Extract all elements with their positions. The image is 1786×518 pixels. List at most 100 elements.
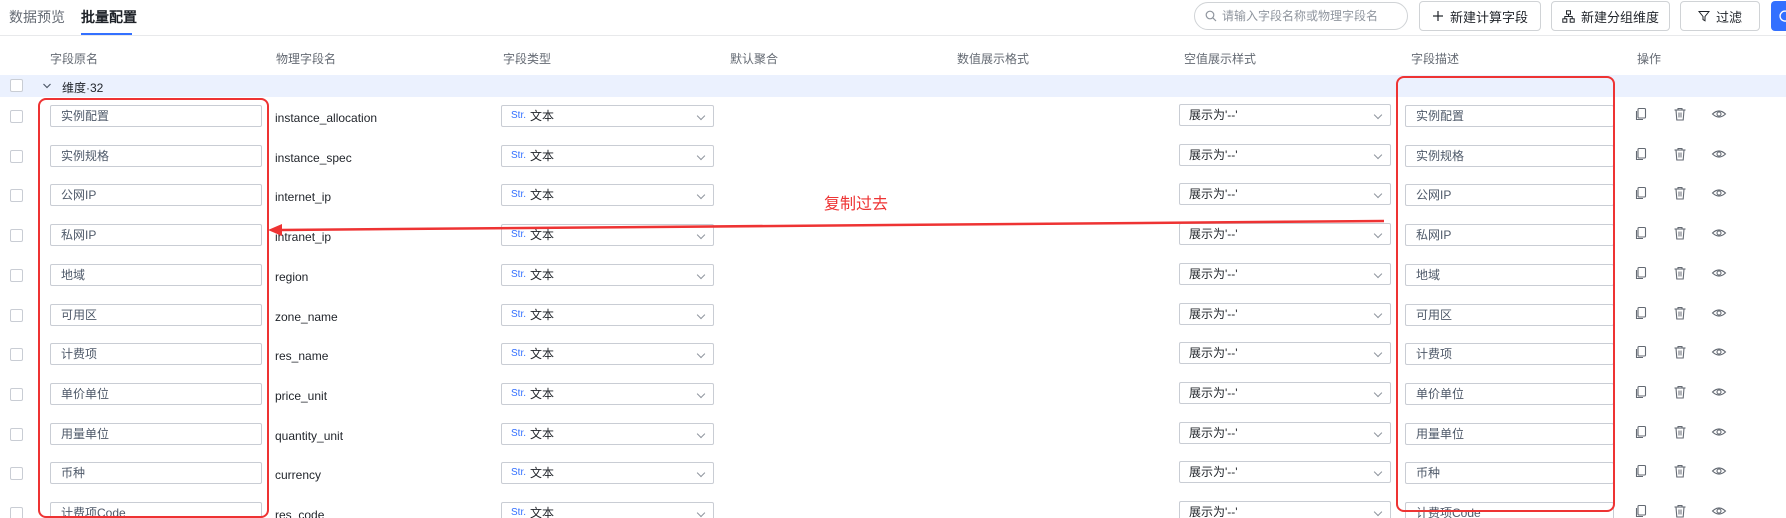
delete-icon[interactable] [1672, 185, 1688, 201]
null-style-select[interactable]: 展示为'--' [1179, 461, 1391, 484]
description-input[interactable]: 实例配置 [1405, 105, 1614, 127]
original-name-input[interactable]: 计费项 [50, 343, 262, 366]
description-input[interactable]: 实例规格 [1405, 144, 1614, 167]
field-type-select[interactable]: Str. 文本 [501, 263, 714, 286]
copy-icon[interactable] [1633, 305, 1649, 321]
description-input[interactable]: 币种 [1405, 462, 1614, 485]
row-select-checkbox[interactable] [10, 268, 23, 282]
field-type-select[interactable]: Str. 文本 [501, 462, 714, 485]
copy-icon[interactable] [1633, 384, 1649, 400]
field-type-select[interactable]: Str. 文本 [501, 224, 714, 247]
tab-data-preview[interactable]: 数据预览 [9, 7, 65, 27]
delete-icon[interactable] [1672, 305, 1688, 321]
original-name-input[interactable]: 实例配置 [50, 105, 262, 127]
null-style-select[interactable]: 展示为'--' [1179, 143, 1391, 166]
copy-icon[interactable] [1633, 106, 1649, 122]
field-type-select[interactable]: Str. 文本 [501, 184, 714, 207]
description-input[interactable]: 计费项Code [1405, 502, 1614, 518]
original-name-input[interactable]: 用量单位 [50, 422, 262, 445]
copy-icon[interactable] [1633, 424, 1649, 440]
visibility-eye-icon[interactable] [1711, 185, 1727, 201]
null-style-select[interactable]: 展示为'--' [1179, 302, 1391, 325]
original-name-input[interactable]: 公网IP [50, 184, 262, 207]
visibility-eye-icon[interactable] [1711, 344, 1727, 360]
new-calc-field-button[interactable]: 新建计算字段 [1419, 1, 1541, 31]
field-search-box[interactable] [1194, 2, 1408, 30]
field-type-select[interactable]: Str. 文本 [501, 303, 714, 326]
visibility-eye-icon[interactable] [1711, 305, 1727, 321]
row-select-checkbox[interactable] [10, 308, 23, 322]
row-select-checkbox[interactable] [10, 110, 23, 123]
null-style-select[interactable]: 展示为'--' [1179, 421, 1391, 444]
filter-button[interactable]: 过滤 [1680, 1, 1760, 31]
copy-icon[interactable] [1633, 463, 1649, 479]
row-select-checkbox[interactable] [10, 387, 23, 401]
delete-icon[interactable] [1672, 503, 1688, 518]
original-name-input[interactable]: 单价单位 [50, 382, 262, 405]
delete-icon[interactable] [1672, 225, 1688, 241]
copy-icon[interactable] [1633, 225, 1649, 241]
delete-icon[interactable] [1672, 106, 1688, 122]
null-style-select[interactable]: 展示为'--' [1179, 262, 1391, 285]
visibility-eye-icon[interactable] [1711, 424, 1727, 440]
delete-icon[interactable] [1672, 146, 1688, 162]
copy-icon[interactable] [1633, 185, 1649, 201]
field-type-select[interactable]: Str. 文本 [501, 343, 714, 366]
copy-icon[interactable] [1633, 344, 1649, 360]
visibility-eye-icon[interactable] [1711, 225, 1727, 241]
description-input[interactable]: 可用区 [1405, 303, 1614, 326]
delete-icon[interactable] [1672, 384, 1688, 400]
row-select-checkbox[interactable] [10, 427, 23, 441]
original-name-input[interactable]: 地域 [50, 263, 262, 286]
visibility-eye-icon[interactable] [1711, 146, 1727, 162]
group-row-dimensions[interactable]: 维度·32 [0, 75, 1786, 97]
original-name-input[interactable]: 币种 [50, 462, 262, 485]
row-select-checkbox[interactable] [10, 348, 23, 362]
refresh-button[interactable] [1771, 1, 1786, 31]
delete-icon[interactable] [1672, 424, 1688, 440]
field-type-select[interactable]: Str. 文本 [501, 105, 714, 127]
description-input[interactable]: 计费项 [1405, 343, 1614, 366]
copy-icon[interactable] [1633, 146, 1649, 162]
null-style-label: 展示为'--' [1189, 108, 1238, 122]
original-name-input[interactable]: 计费项Code [50, 502, 262, 518]
new-group-dimension-button[interactable]: 新建分组维度 [1551, 1, 1670, 31]
delete-icon[interactable] [1672, 463, 1688, 479]
description-input[interactable]: 地域 [1405, 263, 1614, 286]
row-select-checkbox[interactable] [10, 149, 23, 163]
field-type-select[interactable]: Str. 文本 [501, 502, 714, 518]
delete-icon[interactable] [1672, 344, 1688, 360]
visibility-eye-icon[interactable] [1711, 463, 1727, 479]
visibility-eye-icon[interactable] [1711, 503, 1727, 518]
visibility-eye-icon[interactable] [1711, 384, 1727, 400]
copy-icon[interactable] [1633, 265, 1649, 281]
field-type-select[interactable]: Str. 文本 [501, 144, 714, 167]
null-style-select[interactable]: 展示为'--' [1179, 342, 1391, 365]
original-name-input[interactable]: 可用区 [50, 303, 262, 326]
visibility-eye-icon[interactable] [1711, 106, 1727, 122]
row-select-checkbox[interactable] [10, 467, 23, 481]
original-name-input[interactable]: 实例规格 [50, 144, 262, 167]
search-input[interactable] [1222, 9, 1398, 23]
field-type-select[interactable]: Str. 文本 [501, 382, 714, 405]
copy-icon[interactable] [1633, 503, 1649, 518]
chevron-down-icon[interactable] [42, 81, 52, 91]
row-select-checkbox[interactable] [10, 229, 23, 243]
row-select-checkbox[interactable] [10, 507, 23, 518]
description-input[interactable]: 公网IP [1405, 184, 1614, 207]
null-style-select[interactable]: 展示为'--' [1179, 501, 1391, 518]
null-style-select[interactable]: 展示为'--' [1179, 183, 1391, 206]
null-style-select[interactable]: 展示为'--' [1179, 104, 1391, 126]
description-input[interactable]: 私网IP [1405, 224, 1614, 247]
field-type-select[interactable]: Str. 文本 [501, 422, 714, 445]
tab-batch-config[interactable]: 批量配置 [81, 7, 137, 27]
null-style-select[interactable]: 展示为'--' [1179, 223, 1391, 246]
null-style-select[interactable]: 展示为'--' [1179, 381, 1391, 404]
description-input[interactable]: 用量单位 [1405, 422, 1614, 445]
row-select-checkbox[interactable] [10, 189, 23, 203]
delete-icon[interactable] [1672, 265, 1688, 281]
original-name-input[interactable]: 私网IP [50, 224, 262, 247]
description-input[interactable]: 单价单位 [1405, 382, 1614, 405]
group-select-checkbox[interactable] [10, 79, 23, 92]
visibility-eye-icon[interactable] [1711, 265, 1727, 281]
